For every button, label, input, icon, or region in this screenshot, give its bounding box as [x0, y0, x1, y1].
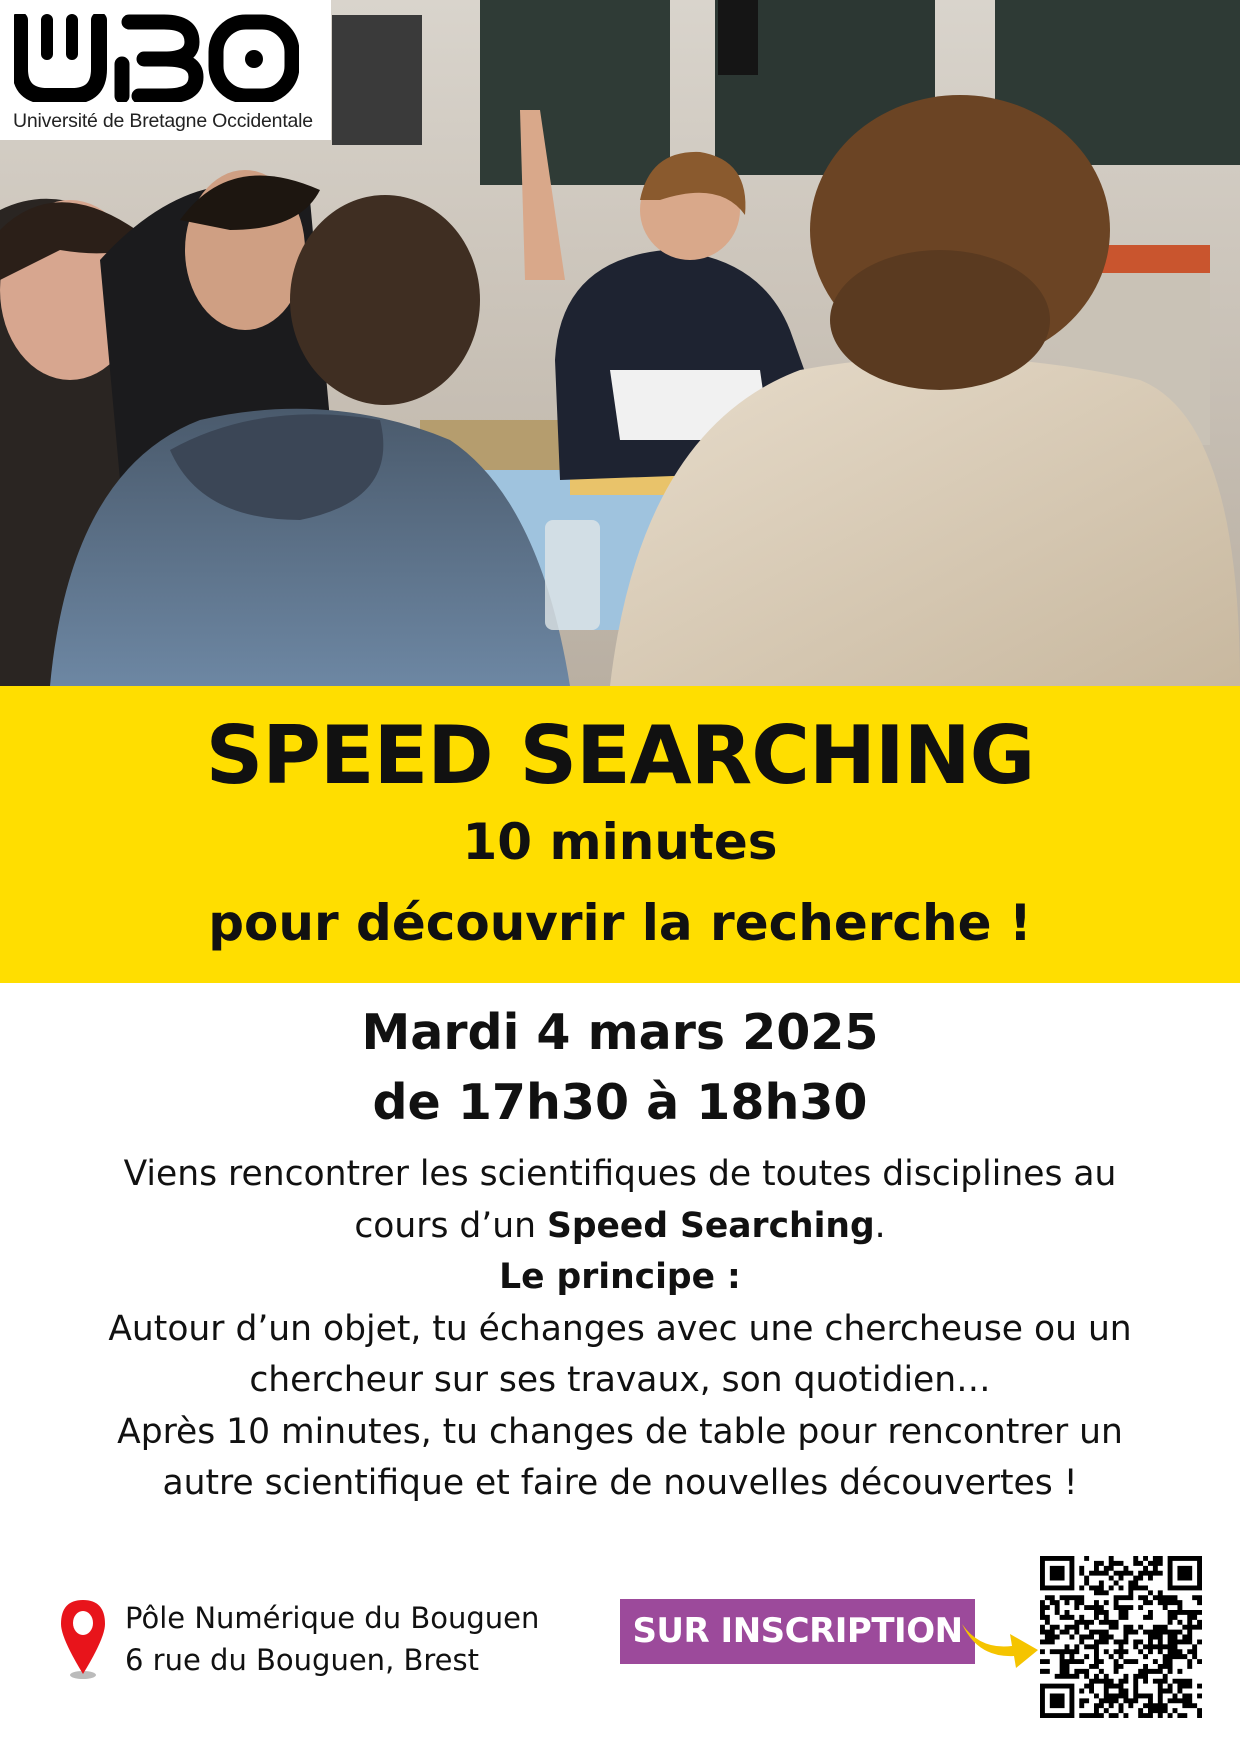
logo-subtitle: Université de Bretagne Occidentale [13, 110, 313, 132]
registration-qr-code[interactable] [1040, 1556, 1202, 1718]
event-description: Viens rencontrer les scientifiques de to… [0, 1149, 1240, 1510]
registration-badge: SUR INSCRIPTION [620, 1599, 975, 1664]
event-title: SPEED SEARCHING [205, 709, 1036, 802]
map-pin-icon [61, 1600, 105, 1679]
description-line: Viens rencontrer les scientifiques de to… [123, 1154, 1117, 1194]
ubo-logo-mark [14, 14, 299, 102]
location-address: Pôle Numérique du Bouguen 6 rue du Bougu… [125, 1597, 539, 1681]
description-line: autre scientifique et faire de nouvelles… [162, 1463, 1078, 1503]
description-line: chercheur sur ses travaux, son quotidien… [249, 1360, 991, 1400]
description-line: Autour d’un objet, tu échanges avec une … [108, 1308, 1132, 1349]
description-bold: Speed Searching [546, 1205, 875, 1246]
event-time: de 17h30 à 18h30 [372, 1074, 868, 1131]
ubo-logo: Université de Bretagne Occidentale [0, 0, 331, 140]
headline-line-2: pour découvrir la recherche ! [208, 894, 1032, 952]
principle-label-text: Le principe : [499, 1257, 741, 1297]
curved-arrow-icon [962, 1624, 1038, 1668]
location-street: 6 rue du Bouguen, Brest [125, 1643, 480, 1677]
event-date: Mardi 4 mars 2025 [361, 1004, 879, 1061]
principle-label: Le principe : [0, 1252, 1240, 1304]
description-text: . [874, 1205, 886, 1246]
description-line: cours d’un Speed Searching. [0, 1201, 1240, 1253]
headline-line-1: 10 minutes [462, 813, 778, 871]
description-line: Après 10 minutes, tu changes de table po… [117, 1411, 1123, 1452]
description-text: cours d’un [354, 1205, 547, 1246]
qr-modules [1040, 1556, 1202, 1718]
location-name: Pôle Numérique du Bouguen [125, 1601, 540, 1635]
